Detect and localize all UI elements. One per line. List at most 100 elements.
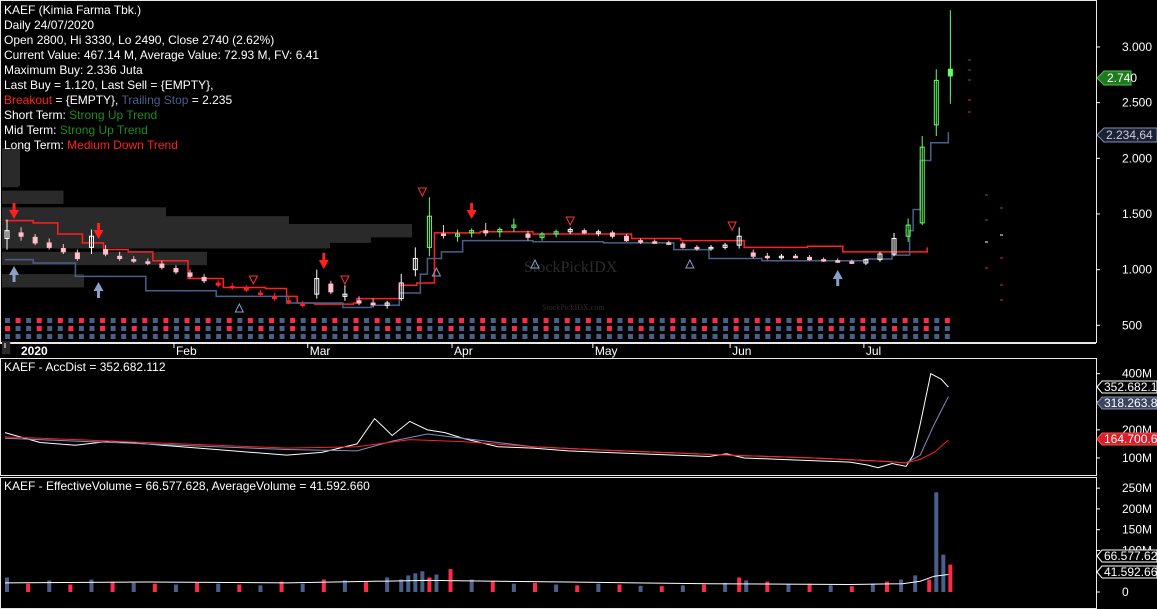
volume-bar [885,581,889,592]
signal-strip-cell [448,326,454,331]
signal-strip-cell [89,326,95,331]
short-term-label: Short Term: [4,108,70,122]
signal-strip-cell [78,326,84,331]
signal-strip-cell [797,326,802,331]
volume-bar [807,583,812,592]
price-axis-label: 1.500 [1122,207,1152,221]
ohlc-line: Open 2800, Hi 3330, Lo 2490, Close 2740 … [4,33,275,47]
signal-strip-cell [173,326,179,331]
signal-strip-cell [606,318,612,323]
signal-strip-cell [131,334,137,339]
volume-bar [617,584,622,592]
volume-title: KAEF - EffectiveVolume = 66.577.628, Ave… [4,479,370,493]
candle-body [74,252,80,260]
signal-strip-cell [142,326,148,331]
price-axis-label: 3.000 [1122,40,1152,54]
volume-bar [870,583,875,592]
signal-strip-cell [913,326,919,331]
signal-strip-cell [892,326,898,331]
long-term-line: Long Term: Medium Down Trend [4,138,319,153]
signal-strip-cell [765,334,771,339]
signal-strip-cell [364,318,370,323]
candle-body [159,263,165,268]
month-label: Feb [176,344,197,358]
candle-body [215,282,221,286]
signal-strip-cell [870,318,876,323]
signal-strip-cell [797,318,802,323]
signal-strip-cell [554,334,560,339]
signal-strip-cell [205,326,211,331]
signal-strip-cell [110,334,116,339]
signal-strip-cell [765,326,771,331]
signal-strip-cell [564,326,570,331]
signal-strip-cell [226,326,232,331]
signal-strip-cell [342,318,348,323]
signal-strip-cell [511,318,517,323]
signal-strip-cell [849,318,855,323]
signal-strip-cell [543,326,549,331]
mid-term-line: Mid Term: Strong Up Trend [4,123,319,138]
signal-strip-cell [374,334,380,339]
signal-strip-cell [469,318,475,323]
candle-body [581,230,587,234]
signal-strip-cell [385,326,391,331]
volume-bar [413,573,418,592]
volume-bar [5,577,9,592]
volume-bar [68,584,73,592]
signal-strip-cell [691,334,697,339]
signal-strip-cell [480,326,486,331]
signal-strip-cell [638,326,644,331]
volume-bar [237,584,242,592]
signal-strip-cell [765,318,771,323]
value-line: Current Value: 467.14 M, Average Value: … [4,48,320,62]
last-price-tag: 2.740 [1096,70,1137,86]
signal-strip-cell [649,334,655,339]
candle-body [370,302,376,306]
date-line: Daily 24/07/2020 [4,18,95,32]
signal-strip-cell [490,318,496,323]
signal-strip-cell [195,334,201,339]
month-label: 2020 [21,344,48,358]
signal-strip-cell [818,334,824,339]
signal-strip-cell [300,326,306,331]
candle-body [652,241,658,244]
signal-strip-cell [934,334,940,339]
signal-strip-cell [36,334,42,339]
signal-strip-cell [881,334,887,339]
signal-strip-cell [142,334,148,339]
candle-body [257,292,263,296]
signal-strip-cell [638,334,644,339]
volume-bar [321,579,326,592]
signal-strip-cell [775,318,781,323]
candle-body [764,255,770,259]
signal-strip-cell [195,318,201,323]
signal-strip-cell [437,334,443,339]
signal-strip-cell [184,326,190,331]
signal-strip-cell [533,318,538,323]
price-axis-label: 2.500 [1122,96,1152,110]
signal-strip-cell [649,318,655,323]
signal-strip-cell [744,318,750,323]
candle-body [356,300,362,304]
signal-strip-cell [247,326,253,331]
signal-strip-cell [311,334,317,339]
signal-strip-cell [216,326,222,331]
signal-strip-cell [469,326,475,331]
candle-body [117,255,123,260]
signal-strip-cell [839,334,845,339]
signal-strip-cell [131,326,137,331]
signal-strip-cell [585,334,591,339]
volume-bar [596,583,601,592]
candle-body [694,246,700,250]
signal-strip-cell [501,326,507,331]
volume-bar [765,581,770,592]
signal-strip-cell [26,334,32,339]
signal-strip-cell [332,326,338,331]
signal-strip-cell [828,318,834,323]
signal-strip-cell [216,334,222,339]
signal-strip-cell [385,318,391,323]
candle-body [131,259,137,262]
volume-tag-2: 41.592.66 [1104,565,1157,579]
signal-strip-cell [902,318,908,323]
signal-strip-cell [184,334,190,339]
